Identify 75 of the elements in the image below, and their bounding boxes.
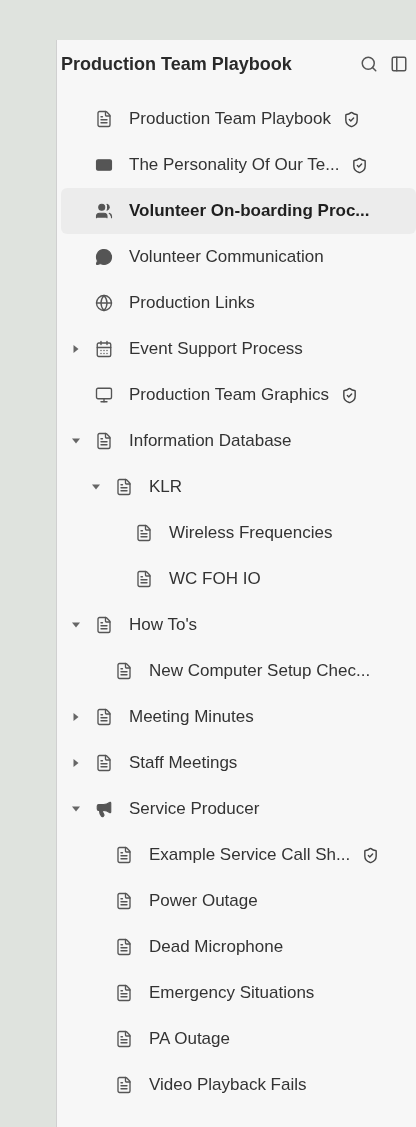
item-label: Event Support Process <box>129 338 303 361</box>
people-icon <box>95 202 113 220</box>
document-icon <box>115 892 133 910</box>
sidebar-title: Production Team Playbook <box>61 52 293 76</box>
document-icon <box>115 846 133 864</box>
document-icon <box>95 432 113 450</box>
search-icon[interactable] <box>360 55 378 73</box>
item-label: Volunteer On-boarding Proc... <box>129 200 370 223</box>
item-label: Production Team Graphics <box>129 384 329 407</box>
document-icon <box>95 110 113 128</box>
item-label: Service Producer <box>129 798 260 821</box>
sidebar-item[interactable]: Production Team Graphics <box>61 372 416 418</box>
sidebar-item[interactable]: New Computer Setup Chec... <box>61 648 416 694</box>
caret-right-icon[interactable] <box>72 713 80 721</box>
sidebar-item[interactable]: Production Links <box>61 280 416 326</box>
sidebar-item[interactable]: Meeting Minutes <box>61 694 416 740</box>
document-icon <box>115 938 133 956</box>
sidebar-item[interactable]: Dead Microphone <box>61 924 416 970</box>
item-label: New Computer Setup Chec... <box>149 660 371 683</box>
document-icon <box>95 708 113 726</box>
document-icon <box>95 616 113 634</box>
globe-icon <box>95 294 113 312</box>
item-label: Production Team Playbook <box>129 108 331 131</box>
item-label: Emergency Situations <box>149 982 315 1005</box>
caret-right-icon[interactable] <box>72 345 80 353</box>
megaphone-icon <box>95 800 113 818</box>
sidebar-toggle-icon[interactable] <box>390 55 408 73</box>
sidebar-item[interactable]: Emergency Situations <box>61 970 416 1016</box>
monitor-icon <box>95 386 113 404</box>
caret-right-icon[interactable] <box>72 759 80 767</box>
sidebar-item[interactable]: PA Outage <box>61 1016 416 1062</box>
item-label: Production Links <box>129 292 255 315</box>
document-icon <box>135 524 153 542</box>
sidebar-item[interactable]: Power Outage <box>61 878 416 924</box>
caret-down-icon[interactable] <box>72 805 80 813</box>
sidebar-item[interactable]: Staff Meetings <box>61 740 416 786</box>
document-icon <box>135 570 153 588</box>
document-icon <box>115 984 133 1002</box>
sidebar-item[interactable]: WC FOH IO <box>61 556 416 602</box>
item-label: WC FOH IO <box>169 568 261 591</box>
document-icon <box>115 1076 133 1094</box>
sidebar-item[interactable]: Video Playback Fails <box>61 1062 416 1108</box>
sidebar-item[interactable]: How To's <box>61 602 416 648</box>
document-icon <box>115 478 133 496</box>
item-label: PA Outage <box>149 1028 230 1051</box>
calendar-icon <box>95 340 113 358</box>
item-label: Staff Meetings <box>129 752 238 775</box>
item-label: Video Playback Fails <box>149 1074 307 1097</box>
caret-down-icon[interactable] <box>72 437 80 445</box>
document-icon <box>115 662 133 680</box>
sidebar-item[interactable]: Production Team Playbook <box>61 96 416 142</box>
item-label: KLR <box>149 476 183 499</box>
sidebar-item[interactable]: Event Support Process <box>61 326 416 372</box>
item-label: How To's <box>129 614 198 637</box>
speech-bubble-icon <box>95 248 113 266</box>
item-label: Dead Microphone <box>149 936 284 959</box>
sidebar-item[interactable]: Volunteer On-boarding Proc... <box>61 188 416 234</box>
item-label: Power Outage <box>149 890 258 913</box>
sidebar-item[interactable]: Volunteer Communication <box>61 234 416 280</box>
document-icon <box>95 754 113 772</box>
sidebar-item[interactable]: KLR <box>61 464 416 510</box>
sidebar-item[interactable]: Wireless Frequencies <box>61 510 416 556</box>
document-icon <box>115 1030 133 1048</box>
item-label: Volunteer Communication <box>129 246 324 269</box>
item-label: Information Database <box>129 430 292 453</box>
caret-down-icon[interactable] <box>72 621 80 629</box>
item-label: Meeting Minutes <box>129 706 254 729</box>
sidebar-item[interactable]: The Personality Of Our Te... <box>61 142 416 188</box>
sidebar-item[interactable]: Example Service Call Sh... <box>61 832 416 878</box>
caret-down-icon[interactable] <box>92 483 100 491</box>
sidebar-item[interactable]: Information Database <box>61 418 416 464</box>
item-label: The Personality Of Our Te... <box>129 154 340 177</box>
item-label: Example Service Call Sh... <box>149 844 351 867</box>
sidebar-item[interactable]: Service Producer <box>61 786 416 832</box>
item-label: Wireless Frequencies <box>169 522 333 545</box>
